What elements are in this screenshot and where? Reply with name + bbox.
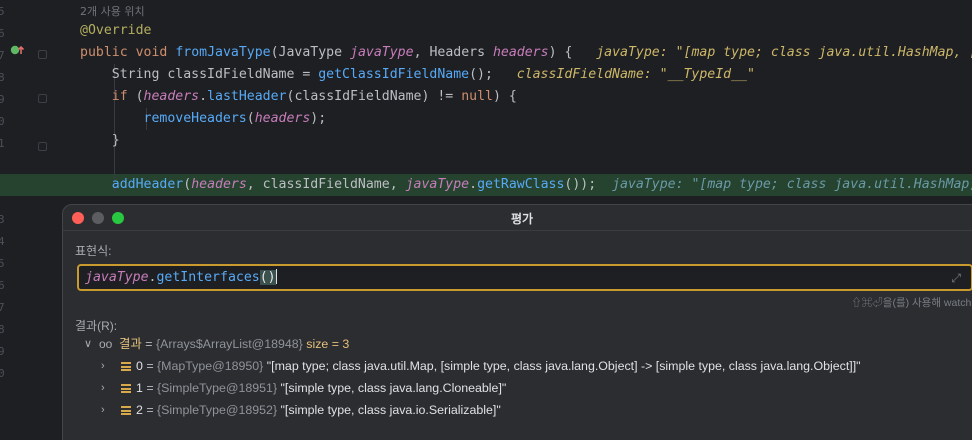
inline-value-hint: classIdFieldName: "__TypeId__" bbox=[516, 67, 755, 82]
watch-glasses-icon: oo bbox=[99, 337, 113, 351]
code-line: } bbox=[80, 133, 120, 148]
list-field-icon bbox=[121, 384, 131, 393]
expression-input[interactable]: javaType.getInterfaces() ⤢ bbox=[77, 264, 972, 291]
expression-label: 표현식: bbox=[75, 244, 112, 258]
result-child-row[interactable]: › 2 = {SimpleType@18952} "[simple type, … bbox=[63, 399, 972, 421]
line-number: 7 bbox=[0, 49, 5, 62]
dialog-titlebar[interactable]: 평가 bbox=[63, 205, 972, 231]
gutter[interactable]: 5 6 7 8 9 0 1 2 3 4 5 6 7 8 9 0 bbox=[0, 0, 62, 440]
result-child-row[interactable]: › 0 = {MapType@18950} "[map type; class … bbox=[63, 355, 972, 377]
fold-toggle-icon[interactable] bbox=[38, 142, 47, 151]
line-number: 6 bbox=[0, 27, 5, 40]
line-number: 5 bbox=[0, 257, 5, 270]
line-number: 8 bbox=[0, 323, 5, 336]
list-field-icon bbox=[121, 406, 131, 415]
chevron-down-icon[interactable]: ∨ bbox=[84, 333, 92, 355]
inline-value-hint: javaType: "[map type; class java.util.Ha… bbox=[612, 177, 972, 192]
line-number: 5 bbox=[0, 5, 5, 18]
code-line: public void fromJavaType(JavaType javaTy… bbox=[80, 42, 972, 64]
fold-toggle-icon[interactable] bbox=[38, 50, 47, 59]
line-number: 9 bbox=[0, 345, 5, 358]
line-number: 6 bbox=[0, 279, 5, 292]
expression-text[interactable]: javaType.getInterfaces() bbox=[85, 269, 277, 285]
result-root-row[interactable]: ∨ oo 결과 = {Arrays$ArrayList@18948} size … bbox=[63, 333, 972, 355]
code-line: @Override bbox=[80, 23, 152, 38]
override-method-icon[interactable] bbox=[10, 44, 26, 56]
line-number: 4 bbox=[0, 235, 5, 248]
chevron-right-icon[interactable]: › bbox=[101, 355, 105, 377]
line-number: 0 bbox=[0, 367, 5, 380]
evaluate-dialog[interactable]: 평가 표현식: javaType.getInterfaces() ⤢ ⇧⌘⏎을(… bbox=[62, 204, 972, 440]
text-caret bbox=[275, 269, 277, 284]
list-field-icon bbox=[121, 362, 131, 371]
line-number: 8 bbox=[0, 71, 5, 84]
line-number: 1 bbox=[0, 137, 5, 150]
line-number: 9 bbox=[0, 93, 5, 106]
result-child-row[interactable]: › 1 = {SimpleType@18951} "[simple type, … bbox=[63, 377, 972, 399]
chevron-right-icon[interactable]: › bbox=[101, 377, 105, 399]
line-number: 0 bbox=[0, 115, 5, 128]
line-number: 3 bbox=[0, 213, 5, 226]
expand-icon[interactable]: ⤢ bbox=[951, 271, 961, 286]
add-watch-hint: ⇧⌘⏎을(를) 사용해 watch에 bbox=[851, 297, 972, 309]
code-line: String classIdFieldName = getClassIdFiel… bbox=[111, 67, 755, 82]
inline-value-hint: javaType: "[map type; class java.util.Ha… bbox=[596, 45, 972, 60]
result-label: 결과(R): bbox=[75, 319, 118, 333]
code-line: if (headers.lastHeader(classIdFieldName)… bbox=[111, 89, 517, 104]
chevron-right-icon[interactable]: › bbox=[101, 399, 105, 421]
code-line: removeHeaders(headers); bbox=[143, 111, 327, 126]
fold-toggle-icon[interactable] bbox=[38, 94, 47, 103]
line-number: 7 bbox=[0, 301, 5, 314]
usage-hint[interactable]: 2개 사용 위치 bbox=[80, 3, 145, 19]
code-line-current: addHeader(headers, classIdFieldName, jav… bbox=[80, 174, 972, 196]
dialog-title: 평가 bbox=[510, 212, 534, 226]
